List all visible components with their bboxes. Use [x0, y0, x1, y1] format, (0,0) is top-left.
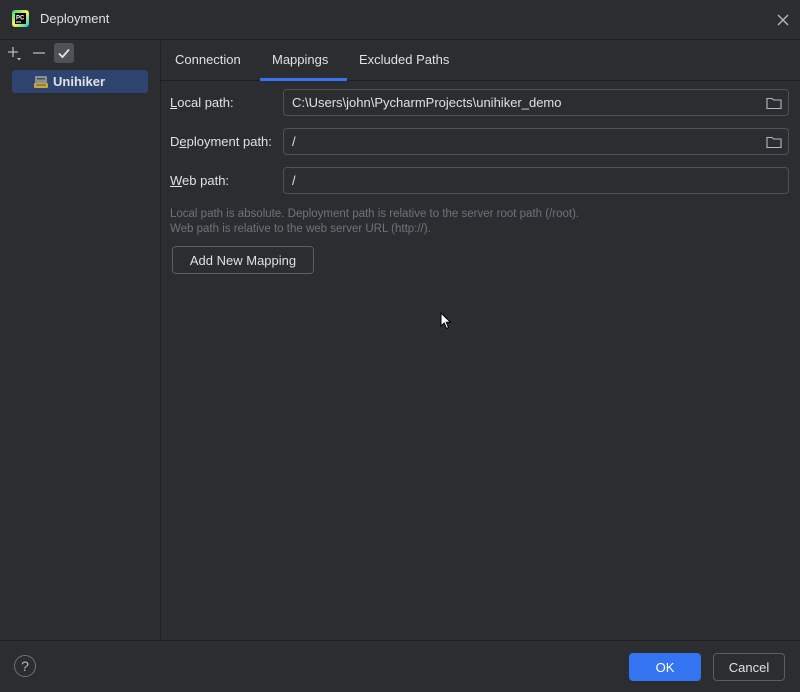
ok-button[interactable]: OK [629, 653, 701, 681]
title-bar: PC Deployment [0, 0, 800, 40]
tab-mappings[interactable]: Mappings [272, 52, 328, 67]
minus-icon [33, 52, 45, 54]
add-new-mapping-button[interactable]: Add New Mapping [172, 246, 314, 274]
folder-icon[interactable] [766, 135, 782, 149]
server-item-unihiker[interactable]: Unihiker [12, 70, 148, 93]
svg-text:PC: PC [16, 16, 25, 22]
hint-text-web: Web path is relative to the web server U… [170, 223, 431, 235]
hint-text-local: Local path is absolute. Deployment path … [170, 208, 580, 220]
server-item-label: Unihiker [53, 74, 106, 89]
use-as-default-button[interactable] [54, 43, 74, 63]
mouse-cursor-icon [440, 312, 452, 330]
server-list-panel: Unihiker [0, 41, 161, 640]
cancel-button[interactable]: Cancel [713, 653, 785, 681]
folder-icon[interactable] [766, 96, 782, 110]
tab-excluded-paths[interactable]: Excluded Paths [359, 52, 449, 67]
sftp-server-icon [34, 76, 48, 88]
help-icon: ? [21, 658, 29, 674]
help-button[interactable]: ? [14, 655, 36, 677]
web-path-label: Web path: [170, 173, 230, 188]
local-path-input[interactable] [283, 89, 789, 116]
plus-icon [8, 47, 21, 61]
deployment-path-input[interactable] [283, 128, 789, 155]
tab-connection[interactable]: Connection [175, 52, 241, 67]
close-icon[interactable] [773, 10, 793, 30]
checkmark-icon [58, 48, 70, 59]
window-title: Deployment [40, 11, 110, 26]
remove-server-button[interactable] [29, 43, 49, 63]
web-path-input[interactable] [283, 167, 789, 194]
pycharm-icon: PC [12, 10, 29, 27]
deployment-path-label: Deployment path: [170, 134, 272, 149]
active-tab-indicator [260, 78, 347, 81]
local-path-label: Local path: [170, 95, 234, 110]
tab-bar: Connection Mappings Excluded Paths [161, 41, 800, 81]
add-server-button[interactable] [4, 43, 24, 63]
mappings-content: Connection Mappings Excluded Paths Local… [161, 41, 800, 640]
dialog-footer: ? OK Cancel [0, 640, 800, 692]
